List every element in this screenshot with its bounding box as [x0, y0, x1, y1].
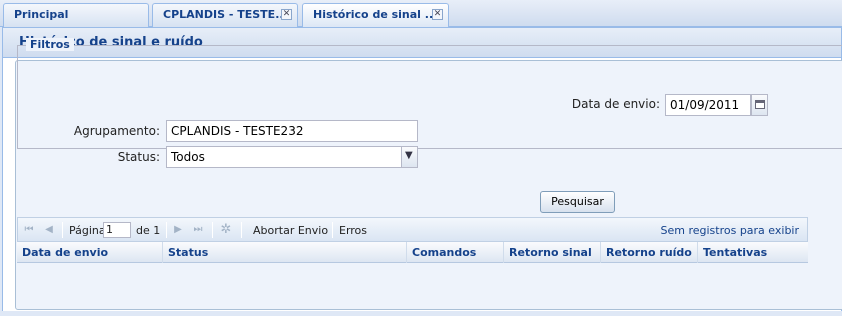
tab-strip: Principal CPLANDIS - TESTE... ✕ Históric… [0, 0, 842, 28]
toolbar-separator [212, 222, 213, 238]
tab-label: Principal [14, 8, 69, 21]
refresh-icon[interactable]: ✲ [220, 223, 232, 236]
calendar-button[interactable] [751, 94, 768, 116]
next-page-icon[interactable]: ▶ [172, 224, 184, 236]
column-header[interactable]: Comandos [407, 242, 504, 263]
first-page-icon[interactable]: ⏮ [23, 224, 35, 236]
errors-button[interactable]: Erros [339, 218, 367, 243]
column-header[interactable]: Tentativas [698, 242, 808, 263]
toolbar-separator [62, 222, 63, 238]
prev-page-icon[interactable]: ◀ [43, 224, 55, 236]
bottom-border [0, 311, 842, 316]
date-field[interactable]: 01/09/2011 [665, 94, 751, 116]
chevron-down-icon: ▼ [405, 150, 413, 161]
column-header[interactable]: Retorno ruído [601, 242, 698, 263]
page-count: de 1 [136, 224, 161, 237]
abort-send-button[interactable]: Abortar Envio [253, 218, 328, 243]
results-grid: ⏮ ◀ Página 1 de 1 ▶ ⏭ ✲ Abortar Envio Er… [17, 217, 808, 297]
toolbar-separator [241, 222, 242, 238]
close-icon[interactable]: ✕ [432, 9, 443, 20]
calendar-icon [755, 100, 765, 109]
status-dropdown-button[interactable]: ▼ [401, 146, 418, 168]
page-label: Página [69, 224, 106, 237]
filters-legend: Filtros [26, 38, 74, 51]
tab-cplandis[interactable]: CPLANDIS - TESTE... ✕ [152, 3, 298, 27]
tab-historico[interactable]: Histórico de sinal ... ✕ [302, 3, 449, 28]
column-header[interactable]: Data de envio [17, 242, 163, 263]
toolbar-separator [332, 222, 333, 238]
last-page-icon[interactable]: ⏭ [192, 224, 204, 236]
date-label: Data de envio: [571, 97, 660, 111]
toolbar-separator [166, 222, 167, 238]
empty-message: Sem registros para exibir [660, 224, 799, 237]
search-button[interactable]: Pesquisar [540, 191, 615, 213]
page-input[interactable]: 1 [103, 222, 131, 238]
grouping-label: Agrupamento: [73, 124, 160, 138]
status-select[interactable]: Todos [166, 146, 402, 168]
grid-header: Data de envio Status Comandos Retorno si… [17, 242, 808, 263]
tab-label: Histórico de sinal ... [313, 8, 438, 21]
column-header[interactable]: Status [163, 242, 407, 263]
paging-toolbar: ⏮ ◀ Página 1 de 1 ▶ ⏭ ✲ Abortar Envio Er… [17, 217, 808, 242]
column-header[interactable]: Retorno sinal [504, 242, 601, 263]
close-icon[interactable]: ✕ [281, 9, 292, 20]
status-label: Status: [117, 150, 160, 164]
tab-label: CPLANDIS - TESTE... [163, 8, 288, 21]
tab-principal[interactable]: Principal [3, 3, 149, 27]
grouping-field[interactable]: CPLANDIS - TESTE232 [166, 120, 418, 142]
